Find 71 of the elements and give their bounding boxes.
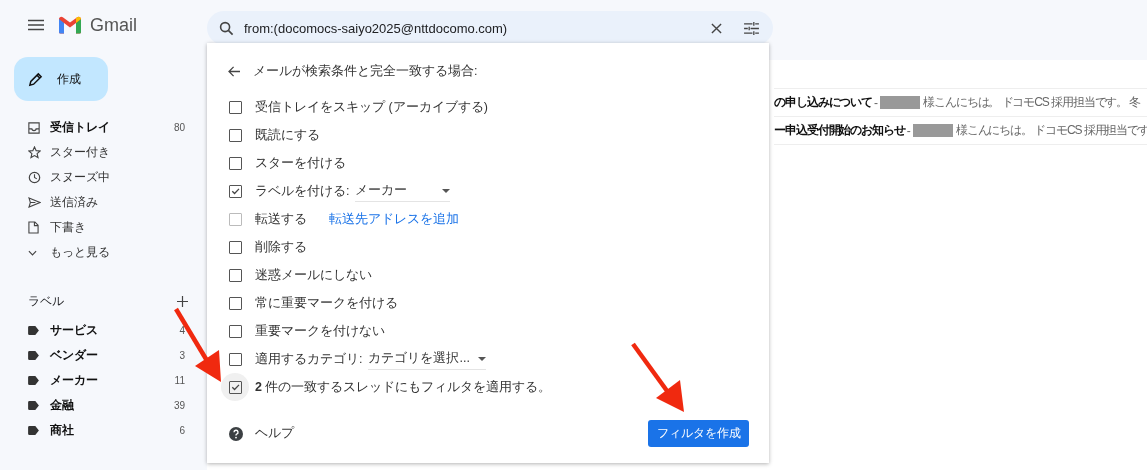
mail-row[interactable]: の申し込みについて - 様こんにちは。 ドコモCS 採用担当です。 冬 bbox=[774, 88, 1147, 116]
star-icon bbox=[28, 146, 41, 159]
nav-item[interactable]: 下書き bbox=[14, 215, 185, 240]
chevron-down-icon bbox=[28, 249, 37, 256]
nav-item[interactable]: スター付き bbox=[14, 140, 185, 165]
dropdown[interactable]: カテゴリを選択... bbox=[368, 348, 486, 370]
pencil-icon bbox=[28, 71, 43, 87]
option-label: スターを付ける bbox=[255, 154, 346, 172]
gmail-logo-icon bbox=[58, 16, 82, 34]
label-tag-icon bbox=[28, 351, 39, 360]
checkbox[interactable] bbox=[228, 380, 242, 394]
help-icon[interactable] bbox=[229, 426, 243, 441]
nav-item[interactable]: 受信トレイ 80 bbox=[14, 115, 185, 140]
mail-subject: ー申込受付開始のお知らせ bbox=[774, 122, 905, 139]
clock-icon bbox=[28, 171, 41, 184]
search-field[interactable]: from:(docomocs-saiyo2025@nttdocomo.com) bbox=[207, 11, 773, 45]
label-tag-icon bbox=[28, 426, 39, 435]
option-label: 重要マークを付けない bbox=[255, 322, 385, 340]
option-label: 受信トレイをスキップ (アーカイブする) bbox=[255, 98, 488, 116]
document-icon bbox=[28, 221, 39, 234]
label-item[interactable]: ベンダー 3 bbox=[14, 343, 185, 368]
compose-button[interactable]: 作成 bbox=[14, 57, 108, 101]
close-icon[interactable] bbox=[711, 22, 722, 34]
checkbox[interactable] bbox=[228, 296, 242, 310]
redaction-bar bbox=[880, 96, 920, 109]
checkbox[interactable] bbox=[228, 156, 242, 170]
mail-snippet: 様こんにちは。 ドコモCS 採用担当です。 冬 bbox=[923, 94, 1141, 111]
redaction-bar bbox=[912, 124, 953, 137]
search-icon bbox=[219, 20, 234, 36]
help-link[interactable]: ヘルプ bbox=[255, 425, 294, 442]
labels-heading: ラベル bbox=[28, 293, 64, 310]
menu-icon[interactable] bbox=[28, 19, 44, 31]
mail-subject: の申し込みについて bbox=[774, 94, 873, 111]
label-item[interactable]: 金融 39 bbox=[14, 393, 185, 418]
checkbox[interactable] bbox=[228, 128, 242, 142]
option-label: 適用するカテゴリ: bbox=[255, 350, 363, 368]
filter-heading: メールが検索条件と完全一致する場合: bbox=[253, 62, 478, 80]
option-label: ラベルを付ける: bbox=[255, 182, 350, 200]
option-label: 削除する bbox=[255, 238, 307, 256]
checkbox[interactable] bbox=[228, 100, 242, 114]
checkbox[interactable] bbox=[228, 352, 242, 366]
label-tag-icon bbox=[28, 326, 39, 335]
inbox-icon bbox=[28, 121, 40, 134]
create-filter-button[interactable]: フィルタを作成 bbox=[648, 420, 749, 447]
nav-item[interactable]: 送信済み bbox=[14, 190, 185, 215]
nav-item[interactable]: スヌーズ中 bbox=[14, 165, 185, 190]
send-icon bbox=[28, 197, 41, 208]
label-tag-icon bbox=[28, 401, 39, 410]
option-label: 常に重要マークを付ける bbox=[255, 294, 398, 312]
option-label: 迷惑メールにしない bbox=[255, 266, 372, 284]
add-icon[interactable] bbox=[177, 296, 188, 307]
checkbox[interactable] bbox=[228, 268, 242, 282]
option-label: 2 件の一致するスレッドにもフィルタを適用する。 bbox=[255, 378, 552, 396]
dropdown[interactable]: メーカー bbox=[355, 180, 451, 202]
separator: - bbox=[906, 123, 910, 138]
label-tag-icon bbox=[28, 376, 39, 385]
back-arrow-icon[interactable] bbox=[228, 65, 241, 77]
filter-options-icon[interactable] bbox=[744, 21, 759, 35]
label-item[interactable]: 商社 6 bbox=[14, 418, 185, 443]
separator: - bbox=[874, 95, 877, 110]
app-name: Gmail bbox=[90, 14, 137, 36]
checkbox[interactable] bbox=[228, 324, 242, 338]
checkbox[interactable] bbox=[228, 184, 242, 198]
option-label: 既読にする bbox=[255, 126, 320, 144]
dropdown-caret-icon bbox=[477, 356, 486, 361]
label-item[interactable]: サービス 4 bbox=[14, 318, 185, 343]
checkbox[interactable] bbox=[228, 240, 242, 254]
option-label: 転送する bbox=[255, 210, 307, 228]
dropdown-caret-icon bbox=[442, 188, 451, 193]
nav-item[interactable]: もっと見る bbox=[14, 240, 185, 265]
label-item[interactable]: メーカー 11 bbox=[14, 368, 185, 393]
